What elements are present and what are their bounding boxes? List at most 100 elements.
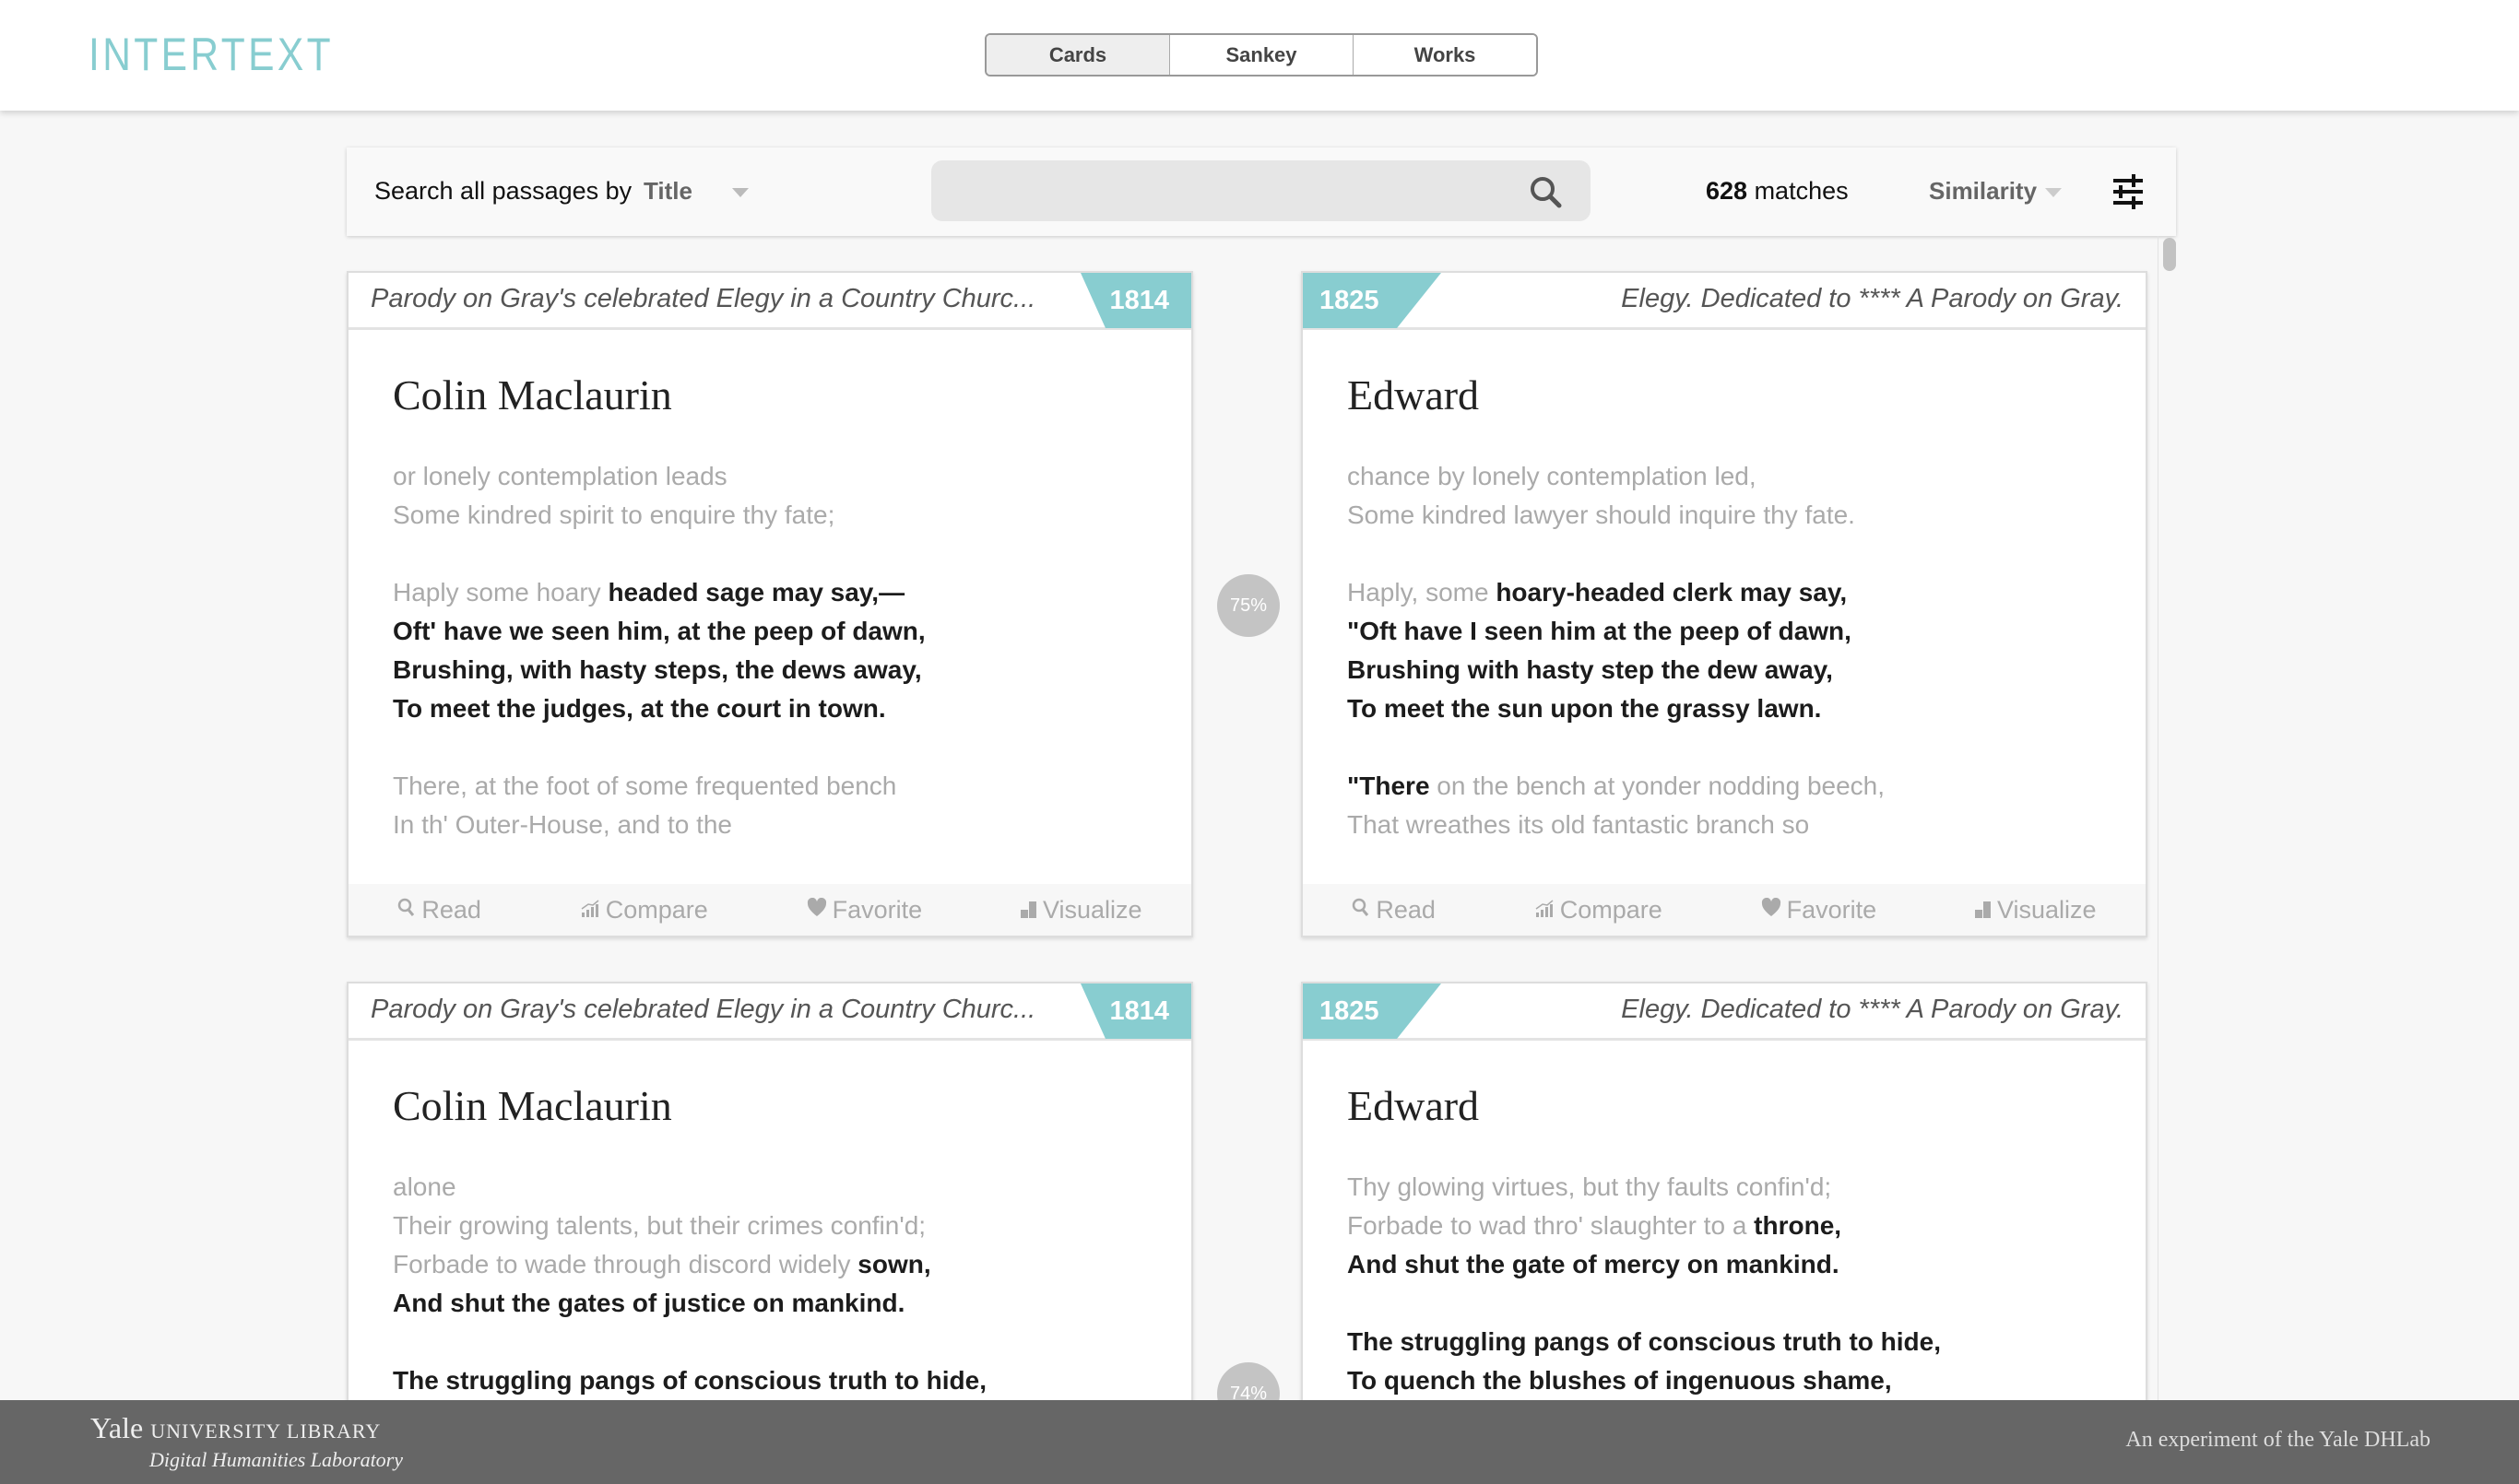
year-badge: 1814 [1081,983,1191,1039]
passage-line: Thy glowing virtues, but thy faults conf… [1347,1168,1941,1207]
match-count-number: 628 [1706,177,1748,205]
work-title[interactable]: Parody on Gray's celebrated Elegy in a C… [371,995,1035,1025]
similarity-badge: 75% [1217,574,1280,637]
passage-line: or lonely contemplation leads [393,457,926,496]
passage-line: chance by lonely contemplation led, [1347,457,1885,496]
context-text: Some kindred spirit to enquire thy fate; [393,501,835,529]
passage-text: alone Their growing talents, but their cr… [393,1168,987,1400]
passage-line: And shut the gate of mercy on mankind. [1347,1245,1941,1284]
compare-button[interactable]: Compare [1534,896,1662,925]
work-title[interactable]: Elegy. Dedicated to **** A Parody on Gra… [1621,284,2123,314]
search-icon [397,896,416,925]
context-text: Their growing talents, but their crimes … [393,1211,927,1240]
passage-line: To quench the blushes of ingenuous shame… [1347,1361,1941,1400]
compare-button[interactable]: Compare [580,896,708,925]
year-badge: 1814 [1081,273,1191,328]
passage-line [1347,1284,1941,1323]
passage-line: And shut the gates of justice on mankind… [393,1284,987,1323]
caret-down-icon[interactable] [732,188,749,197]
context-text: on the bench at yonder nodding beech, [1429,771,1886,800]
passage-line: Forbade to wad thro' slaughter to a thro… [1347,1207,1941,1245]
passage-line: The struggling pangs of conscious truth … [393,1361,987,1400]
matched-text: Brushing, with hasty steps, the dews awa… [393,655,922,684]
yale-wordmark: Yale [90,1411,144,1444]
context-text: There, at the foot of some frequented be… [393,771,897,800]
search-icon[interactable] [1529,175,1562,212]
passage-line: In th' Outer-House, and to the [393,806,926,844]
visualize-button[interactable]: Visualize [1020,895,1142,925]
matched-text: And shut the gates of justice on mankind… [393,1289,905,1317]
matched-text: To meet the sun upon the grassy lawn. [1347,694,1822,723]
passage-line: alone [393,1168,987,1207]
matched-text: To quench the blushes of ingenuous shame… [1347,1366,1892,1395]
dhlab-label: Digital Humanities Laboratory [149,1448,404,1471]
sliders-icon[interactable] [2111,173,2145,214]
matched-text: Oft' have we seen him, at the peep of da… [393,617,926,645]
search-input[interactable] [931,160,1591,221]
read-button[interactable]: Read [397,896,481,925]
passage-card: Elegy. Dedicated to **** A Parody on Gra… [1301,982,2147,1461]
passage-line: There, at the foot of some frequented be… [393,767,926,806]
search-label: Search all passages by [374,177,633,205]
matched-text: "There [1347,771,1430,800]
passage-line [393,1323,987,1361]
passage-line: To meet the sun upon the grassy lawn. [1347,689,1885,728]
matched-text: headed sage may say,— [608,578,905,607]
search-field-select[interactable]: Title [644,177,692,206]
context-text: chance by lonely contemplation led, [1347,462,1756,490]
context-text: Some kindred lawyer should inquire thy f… [1347,501,1855,529]
author-name[interactable]: Edward [1347,1081,1479,1130]
action-label: Favorite [1786,895,1877,924]
sort-select[interactable]: Similarity [1929,177,2037,206]
passage-line: Brushing with hasty step the dew away, [1347,651,1885,689]
passage-line: Some kindred lawyer should inquire thy f… [1347,496,1885,535]
passage-line [1347,728,1885,767]
matched-text: throne, [1754,1211,1842,1240]
scrollbar-thumb[interactable] [2163,238,2176,271]
action-label: Visualize [1042,895,1142,924]
action-label: Read [1376,895,1436,924]
card-actions: Read Compare Favorite Visualize [349,884,1191,936]
visualize-button[interactable]: Visualize [1974,895,2097,925]
passage-text: Thy glowing virtues, but thy faults conf… [1347,1168,1941,1400]
favorite-button[interactable]: Favorite [807,896,922,925]
author-name[interactable]: Edward [1347,371,1479,419]
passage-card: Elegy. Dedicated to **** A Parody on Gra… [1301,271,2147,937]
heart-icon [807,896,827,925]
passage-line: To meet the judges, at the court in town… [393,689,926,728]
passage-line: Oft' have we seen him, at the peep of da… [393,612,926,651]
matched-text: Brushing with hasty step the dew away, [1347,655,1833,684]
tab-sankey[interactable]: Sankey [1170,35,1354,75]
passage-line: Their growing talents, but their crimes … [393,1207,987,1245]
author-name[interactable]: Colin Maclaurin [393,1081,672,1130]
author-name[interactable]: Colin Maclaurin [393,371,672,419]
tab-works[interactable]: Works [1354,35,1536,75]
card-actions: Read Compare Favorite Visualize [1303,884,2146,936]
action-label: Visualize [1996,895,2097,924]
yale-library-logo[interactable]: Yale UNIVERSITY LIBRARY [90,1411,381,1445]
passage-line [1347,535,1885,573]
work-title[interactable]: Elegy. Dedicated to **** A Parody on Gra… [1621,995,2123,1025]
tab-cards[interactable]: Cards [987,35,1170,75]
caret-down-icon[interactable] [2045,188,2062,197]
footer: Yale UNIVERSITY LIBRARY Digital Humaniti… [0,1400,2519,1484]
search-toolbar: Search all passages by Title 628 matches… [347,147,2176,236]
matched-text: sown, [857,1250,931,1278]
card-header: Parody on Gray's celebrated Elegy in a C… [349,273,1191,330]
passage-text: or lonely contemplation leads Some kindre… [393,457,926,844]
work-title[interactable]: Parody on Gray's celebrated Elegy in a C… [371,284,1035,314]
read-button[interactable]: Read [1352,896,1436,925]
context-text: Forbade to wad thro' slaughter to a [1347,1211,1755,1240]
matched-text: The struggling pangs of conscious truth … [1347,1327,1941,1356]
context-text: In th' Outer-House, and to the [393,810,733,839]
year-badge: 1825 [1303,273,1441,328]
card-header: Parody on Gray's celebrated Elegy in a C… [349,983,1191,1041]
favorite-button[interactable]: Favorite [1761,895,1877,925]
passage-text: chance by lonely contemplation led, Some … [1347,457,1885,844]
experiment-credit[interactable]: An experiment of the Yale DHLab [2125,1428,2430,1453]
passage-line: The struggling pangs of conscious truth … [1347,1323,1941,1361]
context-text: Haply some hoary [393,578,609,607]
scrollbar-track[interactable] [2158,236,2176,1401]
logo[interactable]: INTERTEXT [89,28,334,81]
card-header: Elegy. Dedicated to **** A Parody on Gra… [1303,273,2146,330]
